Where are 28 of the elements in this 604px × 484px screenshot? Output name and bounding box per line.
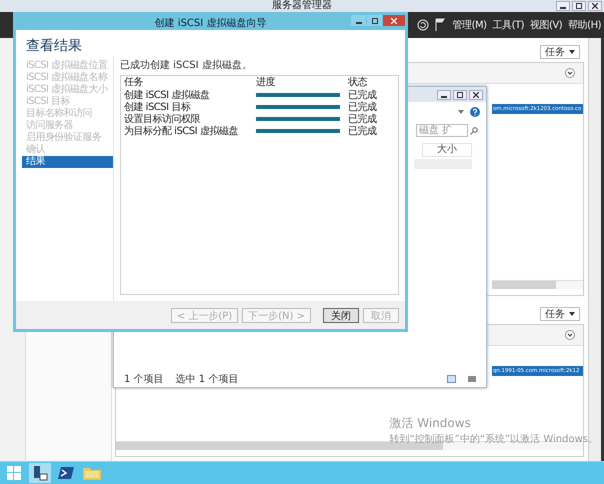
status-text: 1 个项目 <box>124 373 164 386</box>
page-heading: 查看结果 <box>25 37 83 56</box>
result-message: 已成功创建 iSCSI 虚拟磁盘。 <box>120 58 253 72</box>
window-title: 创建 iSCSI 虚拟磁盘向导 <box>154 16 266 30</box>
activation-text: 转到“控制面板”中的“系统”以激活 Windows。 <box>389 432 598 446</box>
table-cell-text: 创建 iSCSI 目标 <box>124 100 192 114</box>
menu-item[interactable]: 帮助(H) <box>568 18 601 32</box>
table-cell-text: 创建 iSCSI 虚拟磁盘 <box>124 88 210 102</box>
tasks-dropdown[interactable]: 任务 <box>540 45 580 59</box>
column-header[interactable]: 大小 <box>422 143 472 157</box>
table-cell-text: 为目标分配 iSCSI 虚拟磁盘 <box>124 124 239 138</box>
table-cell-text: 已完成 <box>348 88 378 102</box>
column-header: 任务 <box>124 76 144 89</box>
wizard-button[interactable]: 关闭 <box>323 308 359 322</box>
status-text: 选中 1 个项目 <box>176 372 238 386</box>
table-cell-text: 已完成 <box>348 112 378 126</box>
table-cell-text: 已完成 <box>348 100 378 114</box>
table-cell-text: 设置目标访问权限 <box>124 112 201 126</box>
menu-item[interactable]: 工具(T) <box>492 18 524 32</box>
wizard-step[interactable]: 结果 <box>22 156 113 168</box>
tasks-dropdown[interactable]: 任务 <box>540 307 580 321</box>
column-header: 进度 <box>256 76 276 89</box>
menu-item[interactable]: 管理(M) <box>452 18 487 32</box>
menu-item[interactable]: 视图(V) <box>530 18 562 32</box>
window-title: 服务器管理器 <box>272 0 332 12</box>
column-header: 状态 <box>348 76 368 89</box>
table-cell-text: 已完成 <box>348 124 378 138</box>
activation-title: 激活 Windows <box>389 415 472 432</box>
